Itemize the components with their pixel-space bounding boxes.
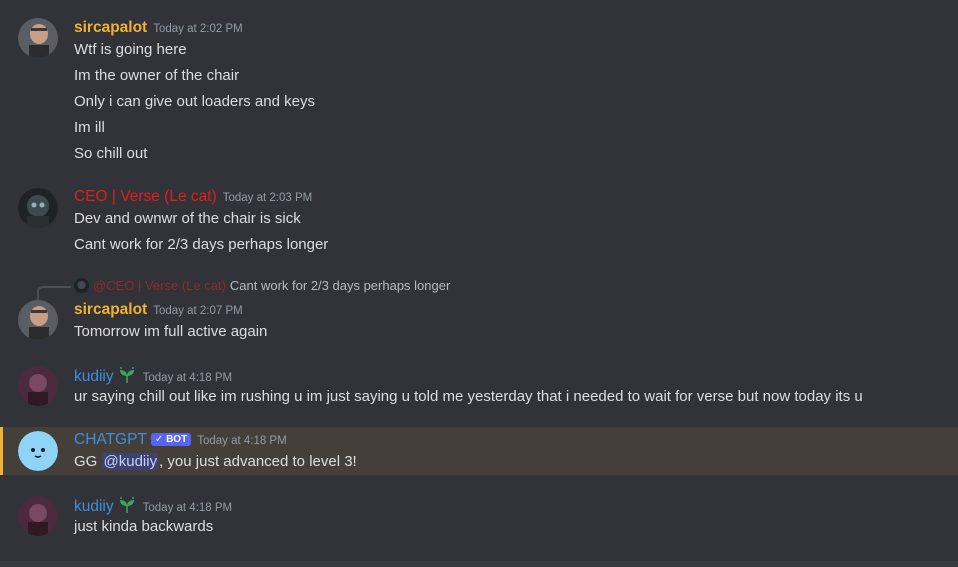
bot-tag: ✓ BOT — [150, 433, 192, 446]
message-text: Im the owner of the chair — [74, 67, 240, 84]
leaf-badge-icon[interactable] — [117, 496, 137, 514]
message-text: Cant work for 2/3 days perhaps longer — [74, 236, 329, 253]
message-text: Only i can give out loaders and keys — [74, 93, 315, 110]
reply-avatar — [74, 278, 89, 293]
reply-text: Cant work for 2/3 days perhaps longer — [229, 278, 451, 293]
timestamp: Today at 4:18 PM — [142, 502, 233, 514]
username[interactable]: CEO | Verse (Le cat) — [74, 188, 217, 205]
timestamp: Today at 4:18 PM — [142, 372, 233, 384]
message-text: ur saying chill out like im rushing u im… — [74, 388, 863, 405]
username[interactable]: CHATGPT — [74, 431, 147, 448]
user-mention[interactable]: @kudiiy — [101, 453, 160, 470]
username[interactable]: kudiiy — [74, 498, 114, 515]
composer-edge — [0, 561, 958, 567]
message-text: GG @kudiiy, you just advanced to level 3… — [74, 453, 357, 470]
message-text: just kinda backwards — [74, 518, 214, 535]
username[interactable]: sircapalot — [74, 301, 147, 318]
timestamp: Today at 2:02 PM — [153, 23, 243, 35]
username[interactable]: sircapalot — [74, 19, 147, 36]
checkmark-icon: ✓ — [154, 434, 167, 445]
reply-connector — [37, 286, 71, 300]
username[interactable]: kudiiy — [74, 368, 114, 385]
message-text: Tomorrow im full active again — [74, 323, 268, 340]
timestamp: Today at 4:18 PM — [197, 435, 287, 447]
avatar[interactable] — [18, 300, 58, 340]
avatar[interactable] — [18, 188, 58, 228]
reply-mention[interactable]: @CEO | Verse (Le cat) — [93, 278, 226, 293]
message-text: Wtf is going here — [74, 41, 187, 58]
timestamp: Today at 2:07 PM — [153, 305, 243, 317]
avatar[interactable] — [18, 496, 58, 536]
reply-preview[interactable]: @CEO | Verse (Le cat) Cant work for 2/3 d… — [74, 278, 450, 293]
avatar[interactable] — [18, 431, 58, 471]
avatar[interactable] — [18, 366, 58, 406]
message-text: So chill out — [74, 145, 148, 162]
message-text: Im ill — [74, 119, 105, 136]
leaf-badge-icon[interactable] — [117, 366, 137, 384]
timestamp: Today at 2:03 PM — [222, 192, 313, 204]
message-text: Dev and ownwr of the chair is sick — [74, 210, 301, 227]
avatar[interactable] — [18, 18, 58, 58]
